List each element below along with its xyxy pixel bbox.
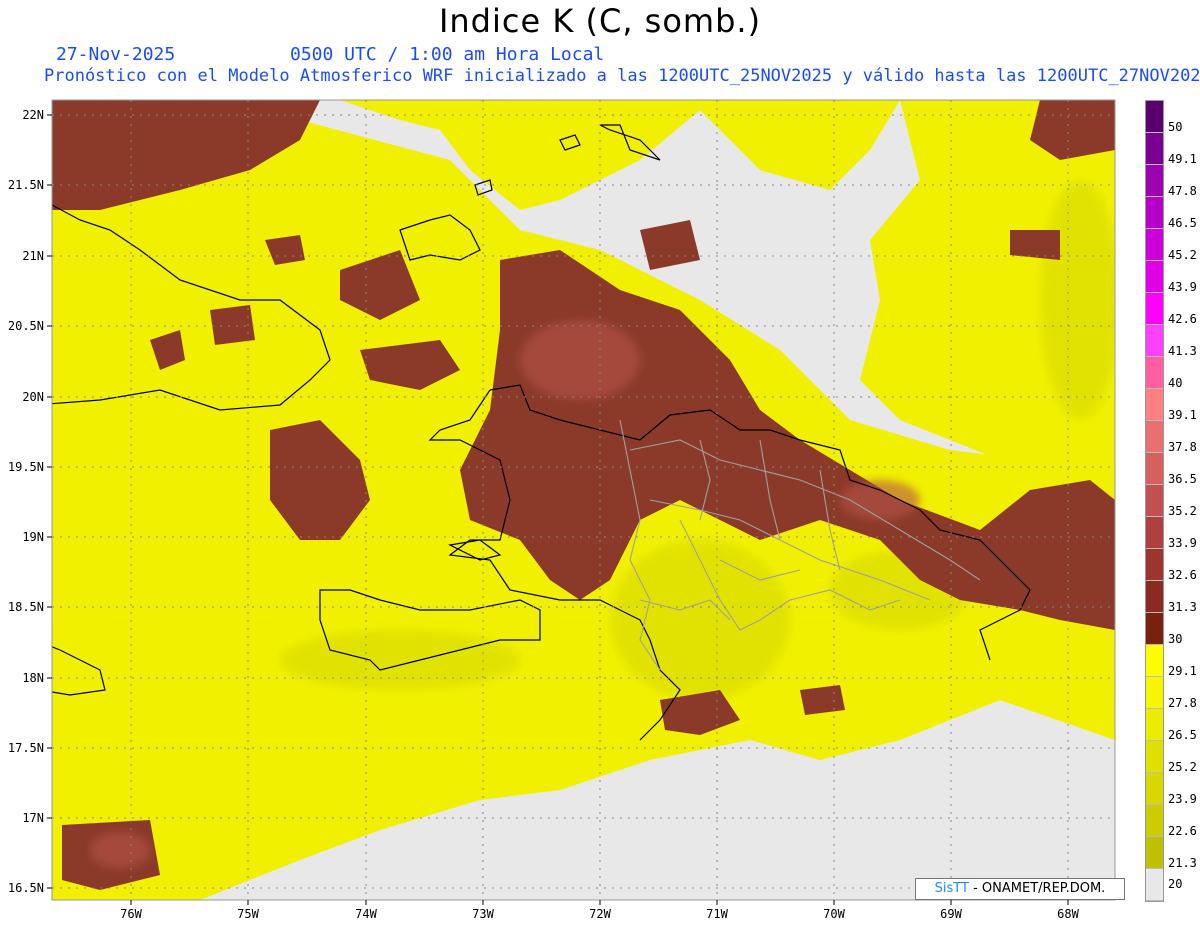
colorbar-swatch <box>1146 389 1163 421</box>
colorbar-label: 27.8 <box>1168 696 1197 711</box>
lat-label: 20N <box>22 390 44 404</box>
colorbar-label: 26.5 <box>1168 728 1197 743</box>
colorbar-swatch <box>1146 741 1163 773</box>
colorbar-swatch <box>1146 133 1163 165</box>
colorbar-swatch <box>1146 229 1163 261</box>
lat-label: 19.5N <box>8 460 44 474</box>
colorbar-label: 43.9 <box>1168 280 1197 295</box>
colorbar-label: 37.8 <box>1168 440 1197 455</box>
colorbar-swatch <box>1146 549 1163 581</box>
lon-label: 75W <box>237 907 259 921</box>
credit-text: - ONAMET/REP.DOM. <box>973 881 1106 896</box>
k-index-map: 22N 21.5N 21N 20.5N 20N 19.5N 19N 18.5N … <box>8 99 1116 921</box>
colorbar-swatch <box>1146 869 1163 901</box>
colorbar-swatch <box>1146 581 1163 613</box>
colorbar-swatch <box>1146 485 1163 517</box>
colorbar-swatch <box>1146 805 1163 837</box>
colorbar-swatch <box>1146 677 1163 709</box>
lat-label: 18.5N <box>8 600 44 614</box>
colorbar-swatch <box>1146 325 1163 357</box>
colorbar-label: 20 <box>1168 877 1183 891</box>
lat-label: 22N <box>22 108 44 122</box>
colorbar-swatch <box>1146 613 1163 645</box>
colorbar-label: 41.3 <box>1168 344 1197 359</box>
lon-label: 72W <box>589 907 611 921</box>
lon-label: 74W <box>355 907 377 921</box>
colorbar-swatch <box>1146 517 1163 549</box>
colorbar-label: 30 <box>1168 632 1183 647</box>
colorbar-label: 36.5 <box>1168 472 1197 487</box>
colorbar-label: 23.9 <box>1168 792 1197 807</box>
colorbar-swatch <box>1146 197 1163 229</box>
lon-label: 71W <box>706 907 728 921</box>
colorbar-swatch <box>1146 293 1163 325</box>
colorbar-swatch <box>1146 709 1163 741</box>
credit-box: SisTT - ONAMET/REP.DOM. <box>915 878 1125 900</box>
lon-label: 70W <box>823 907 845 921</box>
longitude-labels: 76W 75W 74W 73W 72W 71W 70W 69W 68W <box>120 907 1079 921</box>
lon-label: 76W <box>120 907 142 921</box>
colorbar-swatch <box>1146 101 1163 133</box>
lon-label: 69W <box>940 907 962 921</box>
colorbar-label: 22.6 <box>1168 824 1197 839</box>
colorbar-label: 45.2 <box>1168 248 1197 263</box>
colorbar-swatch <box>1146 837 1163 869</box>
colorbar-label: 50 <box>1168 120 1183 135</box>
colorbar-swatch <box>1146 421 1163 453</box>
colorbar-label: 46.5 <box>1168 216 1197 231</box>
lat-label: 16.5N <box>8 881 44 895</box>
colorbar-label: 32.6 <box>1168 568 1197 583</box>
colorbar-swatch <box>1146 453 1163 485</box>
lat-label: 21.5N <box>8 178 44 192</box>
lat-label: 19N <box>22 530 44 544</box>
colorbar-label: 49.1 <box>1168 152 1197 167</box>
lat-label: 18N <box>22 671 44 685</box>
colorbar-swatch <box>1146 165 1163 197</box>
colorbar-label: 21.3 <box>1168 856 1197 871</box>
lat-label: 17.5N <box>8 741 44 755</box>
lon-label: 68W <box>1057 907 1079 921</box>
colorbar-label: 31.3 <box>1168 600 1197 615</box>
colorbar-label: 42.6 <box>1168 312 1197 327</box>
colorbar-swatch <box>1146 261 1163 293</box>
colorbar-label: 25.2 <box>1168 760 1197 775</box>
sistt-logo: SisTT <box>934 881 969 896</box>
lat-label: 20.5N <box>8 319 44 333</box>
lat-label: 21N <box>22 249 44 263</box>
colorbar-label: 47.8 <box>1168 184 1197 199</box>
colorbar-label: 40 <box>1168 376 1183 391</box>
colorbar-label: 35.2 <box>1168 504 1197 519</box>
colorbar <box>1145 100 1164 902</box>
lat-label: 17N <box>22 811 44 825</box>
latitude-labels: 22N 21.5N 21N 20.5N 20N 19.5N 19N 18.5N … <box>8 108 44 895</box>
colorbar-label: 29.1 <box>1168 664 1197 679</box>
colorbar-label: 33.9 <box>1168 536 1197 551</box>
colorbar-swatch <box>1146 645 1163 677</box>
colorbar-swatch <box>1146 357 1163 389</box>
colorbar-swatch <box>1146 773 1163 805</box>
lon-label: 73W <box>472 907 494 921</box>
colorbar-label: 39.1 <box>1168 408 1197 423</box>
